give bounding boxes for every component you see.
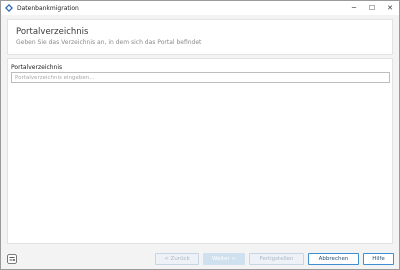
back-button[interactable]: < Zurück [155,253,199,265]
finish-button[interactable]: Fertigstellen [249,253,304,265]
window-title: Datenbankmigration [17,4,79,12]
close-button[interactable]: ✕ [381,1,399,15]
app-icon [5,4,13,12]
settings-toggle-icon[interactable] [7,254,17,264]
window-controls: ─ ☐ ✕ [345,1,399,15]
page-title: Portalverzeichnis [16,27,89,37]
maximize-button[interactable]: ☐ [363,1,381,15]
page-subtitle: Geben Sie das Verzeichnis an, in dem sic… [16,39,202,46]
cancel-button[interactable]: Abbrechen [308,253,359,265]
portal-directory-label: Portalverzeichnis [11,64,63,71]
help-button[interactable]: Hilfe [363,253,394,265]
portal-directory-input[interactable] [11,72,390,83]
wizard-content: Portalverzeichnis [7,58,393,244]
wizard-header: Portalverzeichnis Geben Sie das Verzeich… [7,19,393,55]
next-button[interactable]: Weiter > [203,253,245,265]
wizard-window: Datenbankmigration ─ ☐ ✕ Portalverzeichn… [0,0,400,270]
title-bar[interactable]: Datenbankmigration ─ ☐ ✕ [1,1,399,15]
minimize-button[interactable]: ─ [345,1,363,15]
